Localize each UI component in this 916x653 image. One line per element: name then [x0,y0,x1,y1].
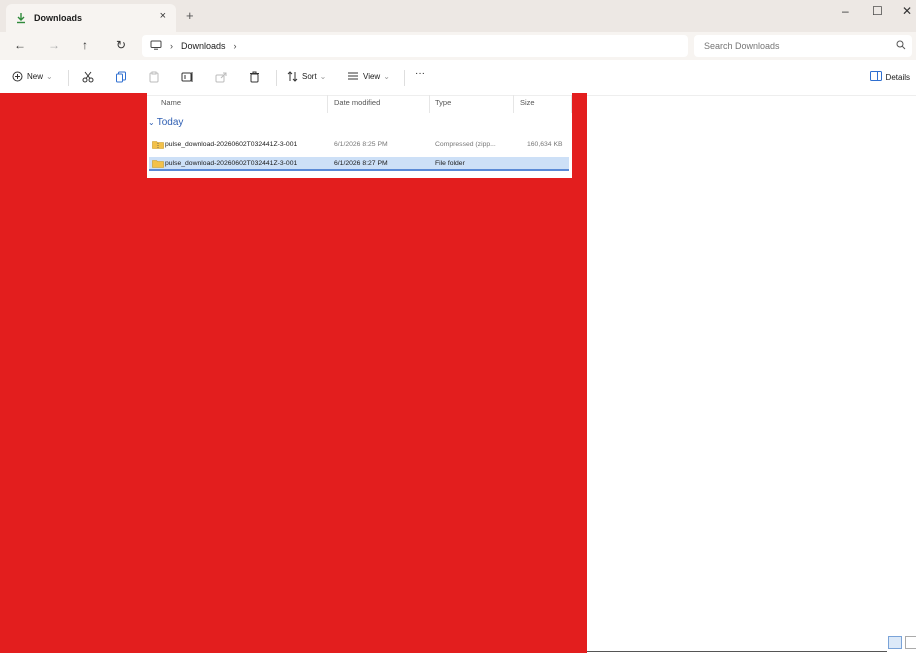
tiles-view-toggle[interactable] [905,636,916,649]
tab-title: Downloads [34,13,83,23]
breadcrumb-separator-end[interactable]: › [234,41,237,51]
tab-close-button[interactable]: × [160,10,166,22]
column-divider[interactable] [513,95,514,113]
back-button[interactable]: ← [14,38,26,52]
title-bar: Downloads × + – ☐ ✕ [0,0,916,32]
monitor-icon[interactable] [150,40,162,52]
new-tab-button[interactable]: + [186,8,194,23]
breadcrumb-downloads[interactable]: Downloads [181,41,226,51]
forward-button[interactable]: → [48,38,60,52]
chevron-down-icon: ⌄ [319,72,327,81]
column-divider[interactable] [429,95,430,113]
file-type: Compressed (zipp... [435,141,496,148]
more-options-button[interactable]: ··· [415,68,425,79]
rename-button[interactable] [181,71,198,83]
file-name: pulse_download-20260602T032441Z-3-001 [165,141,298,148]
folder-icon [152,159,164,170]
divider [68,70,69,86]
zip-folder-icon [152,140,164,151]
view-list-icon [347,71,359,81]
column-header-name[interactable]: Name [161,98,181,107]
file-date: 6/1/2026 8:27 PM [334,160,388,167]
group-label: Today [156,117,184,128]
share-icon [215,71,227,83]
column-divider[interactable] [327,95,328,113]
maximize-button[interactable]: ☐ [872,4,883,18]
paste-button[interactable] [148,71,164,83]
chevron-down-icon: ⌄ [148,118,155,127]
view-button[interactable]: View ⌄ [347,71,390,81]
view-button-label: View [363,71,381,81]
download-icon [14,11,28,25]
column-header-date-modified[interactable]: Date modified [334,98,380,107]
copy-button[interactable] [115,71,131,83]
sort-icon [287,71,298,82]
file-row-selected[interactable]: pulse_download-20260602T032441Z-3-001 6/… [149,157,569,171]
share-button[interactable] [215,71,231,83]
chevron-down-icon: ⌄ [46,72,53,81]
new-button[interactable]: New ⌄ [12,71,53,82]
divider [276,70,277,86]
redacted-region [0,93,147,653]
file-name: pulse_download-20260602T032441Z-3-001 [165,160,298,167]
redacted-region [572,93,587,179]
details-button-label: Details [885,72,910,82]
details-view-toggle[interactable] [888,636,902,649]
address-bar: ← → ↑ ↻ › Downloads › [0,32,916,60]
column-header-size[interactable]: Size [520,98,535,107]
delete-button[interactable] [249,71,264,83]
column-header-type[interactable]: Type [435,98,451,107]
copy-icon [115,71,127,83]
trash-icon [249,71,260,83]
clipboard-icon [148,71,160,83]
file-size: 160,634 KB [527,141,563,148]
command-bar: New ⌄ Sort ⌄ View ⌄ ··· Details [0,60,916,96]
chevron-down-icon: ⌄ [383,71,390,81]
file-explorer-window: Downloads × + – ☐ ✕ ← → ↑ ↻ › Downloads … [0,0,916,653]
rename-icon [181,71,194,83]
close-window-button[interactable]: ✕ [902,4,912,18]
up-button[interactable]: ↑ [82,38,88,52]
breadcrumb[interactable]: › Downloads › [142,35,688,57]
scissors-icon [82,71,94,83]
tab-downloads[interactable]: Downloads × [6,4,176,32]
plus-circle-icon [12,71,23,82]
new-button-label: New [27,72,44,81]
status-bar-divider [587,651,887,652]
sort-button[interactable]: Sort ⌄ [287,71,326,82]
minimize-button[interactable]: – [842,4,849,18]
breadcrumb-separator[interactable]: › [170,41,173,51]
file-type: File folder [435,160,465,167]
sort-button-label: Sort [302,72,317,81]
group-header-today[interactable]: ⌄ Today [148,117,183,128]
cut-button[interactable] [82,71,98,83]
search-box[interactable] [694,35,912,57]
search-icon [896,40,906,52]
file-row[interactable]: pulse_download-20260602T032441Z-3-001 6/… [149,138,569,152]
details-button[interactable]: Details [869,71,910,83]
details-pane-icon [869,71,882,83]
refresh-button[interactable]: ↻ [116,38,126,52]
divider [404,70,405,86]
search-input[interactable] [704,41,884,51]
redacted-region [147,178,587,653]
file-date: 6/1/2026 8:25 PM [334,141,388,148]
